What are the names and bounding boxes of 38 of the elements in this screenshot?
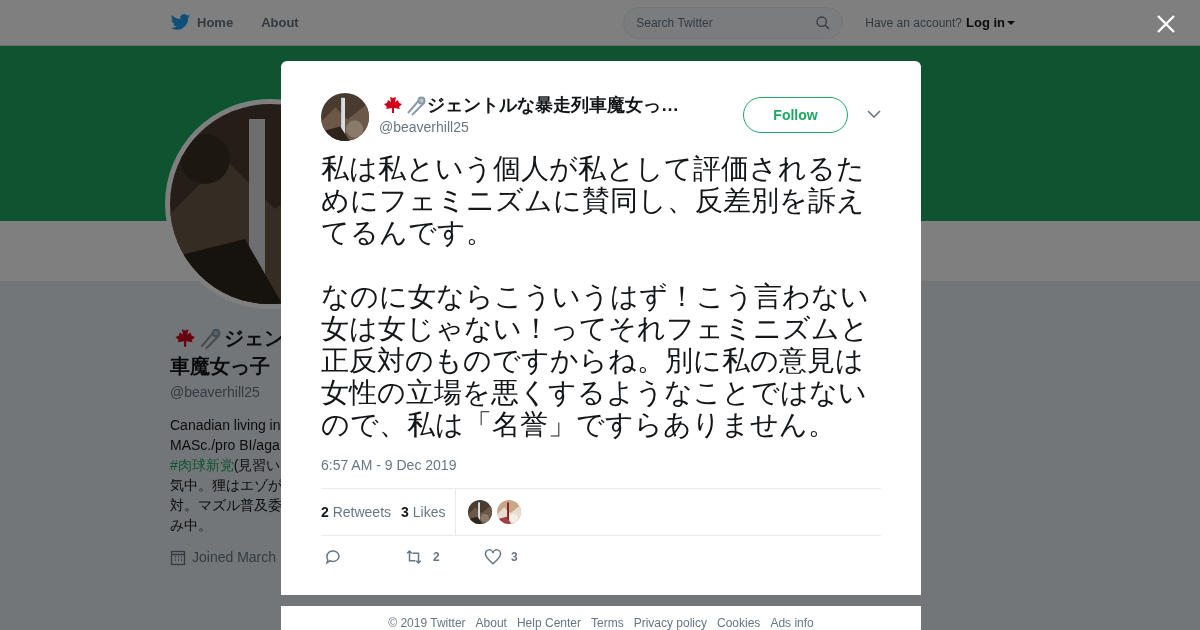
bio-text: MASc./pro BI/aga <box>170 437 280 453</box>
profile-name: 車魔女っ子 <box>170 354 271 379</box>
action-count: 3 <box>511 549 518 566</box>
reply-icon[interactable] <box>324 548 342 566</box>
action-count: 2 <box>433 549 440 566</box>
joined-date: Joined March <box>192 548 277 567</box>
tweet-timestamp[interactable]: 6:57 AM - 9 Dec 2019 <box>321 455 881 476</box>
tweet-text: 私は私という個人が私として評価されるためにフェミニズムに賛同し、反差別を訴えてるんです。 <box>321 153 866 249</box>
nav-link[interactable]: Home <box>170 12 234 33</box>
search-field[interactable]: Search Twitter <box>623 6 844 39</box>
nav-link[interactable]: About <box>261 12 299 33</box>
author-handle[interactable]: @beaverhill25 <box>379 117 743 138</box>
search-icon[interactable] <box>815 14 832 31</box>
stat-link[interactable]: 3 Likes <box>401 501 446 523</box>
bird-icon <box>170 12 191 33</box>
retweet-icon[interactable] <box>404 548 424 566</box>
login-button[interactable]: Log in <box>966 12 1015 33</box>
bio-text: Canadian living in <box>170 417 281 433</box>
footer-link[interactable]: Cookies <box>717 616 761 630</box>
author-name[interactable]: ジェントルな暴走列車魔女っ… <box>427 93 679 117</box>
tweet-text: なのに女ならこういうはず！こう言わない女は女じゃない！ってそれフェミニズムと正反対のものですからね。別に私の意見は女性の立場を悪くするようなことではないので、私は「名誉」ですらありません。 <box>321 281 870 441</box>
footer-link[interactable]: About <box>475 616 507 630</box>
calendar-icon <box>170 549 186 566</box>
bio-text: 対。マズル普及委 <box>170 497 282 513</box>
footer-link[interactable]: Ads info <box>770 616 814 630</box>
close-icon[interactable] <box>1157 15 1175 33</box>
chevron-down-icon[interactable] <box>867 110 881 118</box>
profile-handle: @beaverhill25 <box>170 383 261 402</box>
heart-icon[interactable] <box>484 548 502 566</box>
stat-link[interactable]: 2 Retweets <box>321 501 392 523</box>
caret-icon <box>1007 19 1015 26</box>
account-prompt: Have an account? <box>865 14 962 32</box>
footer-link[interactable]: © 2019 Twitter <box>388 616 466 630</box>
footer-link[interactable]: Privacy policy <box>633 616 707 630</box>
bio-text: み中。 <box>170 517 212 533</box>
footer-link[interactable]: Help Center <box>516 616 581 630</box>
bio-text: (見習い <box>233 457 281 473</box>
footer-link[interactable]: Terms <box>591 616 624 630</box>
